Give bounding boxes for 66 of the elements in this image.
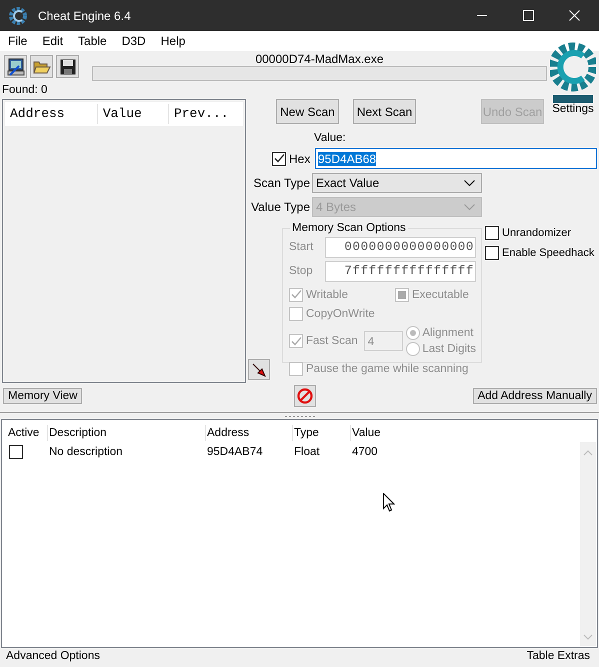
field-label: Value Type [250, 200, 311, 214]
option-label: Pause the game while scanning [306, 362, 468, 374]
no-entry-icon [297, 388, 314, 404]
option-checkbox[interactable] [485, 226, 499, 240]
menu-item[interactable]: Help [152, 34, 192, 48]
table-cell-text: 4700 [351, 446, 379, 458]
radio-label: Alignment [422, 327, 474, 339]
settings-label[interactable]: Settings [552, 103, 594, 115]
add-to-list-button[interactable] [248, 359, 270, 380]
stop-button[interactable] [294, 385, 316, 407]
option-label: Writable [306, 288, 348, 300]
type-dropdown[interactable]: Exact Value [312, 173, 482, 193]
table-extras-link[interactable]: Table Extras [526, 650, 590, 662]
field-label: Scan Type [252, 176, 311, 190]
splitter-grip-icon[interactable] [284, 414, 314, 418]
app-logo-icon [8, 6, 28, 26]
scan-button[interactable]: Next Scan [353, 99, 416, 124]
save-button[interactable] [56, 55, 79, 78]
table-cell-text: No description [48, 446, 124, 458]
hex-checkbox[interactable] [272, 152, 286, 166]
table-cell-text: Float [293, 446, 321, 458]
memory-view-button[interactable]: Memory View [3, 388, 82, 404]
value-input[interactable]: 95D4AB68 [315, 148, 597, 169]
chevron-down-icon [464, 180, 475, 186]
chevron-down-icon [464, 204, 475, 210]
radio-label: Last Digits [422, 343, 476, 355]
found-count: Found: 0 [2, 84, 48, 96]
close-icon[interactable] [569, 10, 580, 21]
mouse-cursor-icon [383, 493, 395, 512]
menu-item[interactable]: Edit [34, 34, 70, 48]
process-list-button[interactable] [4, 55, 27, 78]
add-address-button[interactable]: Add Address Manually [472, 388, 597, 404]
menu-item[interactable]: D3D [114, 34, 153, 48]
group-title: Memory Scan Options [290, 222, 408, 234]
column-header[interactable]: Address [205, 425, 292, 441]
menu-item[interactable]: File [0, 34, 34, 48]
option-label: Executable [412, 288, 469, 300]
value-text: 95D4AB68 [318, 152, 376, 166]
column-header[interactable]: Type [292, 425, 350, 441]
maximize-icon[interactable] [523, 10, 534, 21]
option-label: Enable Speedhack [502, 247, 594, 259]
column-header[interactable]: Active [7, 425, 47, 441]
table-cell-text: 95D4AB74 [206, 446, 264, 458]
fast-scan-label: Fast Scan [306, 335, 358, 347]
option-label: CopyOnWrite [306, 308, 375, 320]
process-name: 00000D74-MadMax.exe [255, 52, 384, 65]
advanced-options-link[interactable]: Advanced Options [6, 650, 100, 662]
scan-button[interactable]: New Scan [276, 99, 339, 124]
column-header[interactable]: Address [5, 104, 98, 124]
folder-icon [32, 58, 50, 74]
column-header[interactable]: Value [98, 104, 169, 124]
range-label: Start [289, 241, 314, 253]
column-header[interactable]: Value [350, 425, 430, 441]
column-header[interactable]: Description [47, 425, 205, 441]
column-header[interactable]: Prev... [168, 104, 243, 124]
hex-label: Hex [289, 152, 312, 166]
value-label: Value: [314, 132, 347, 145]
arrow-icon [251, 362, 267, 378]
open-button[interactable] [30, 55, 53, 78]
range-label: Stop [289, 265, 314, 277]
option-checkbox[interactable] [485, 246, 499, 260]
active-checkbox[interactable] [9, 445, 23, 459]
computer-icon [6, 58, 24, 76]
menu-item[interactable]: Table [70, 34, 114, 48]
window-title: Cheat Engine 6.4 [38, 8, 131, 22]
option-label: Unrandomizer [502, 227, 572, 239]
